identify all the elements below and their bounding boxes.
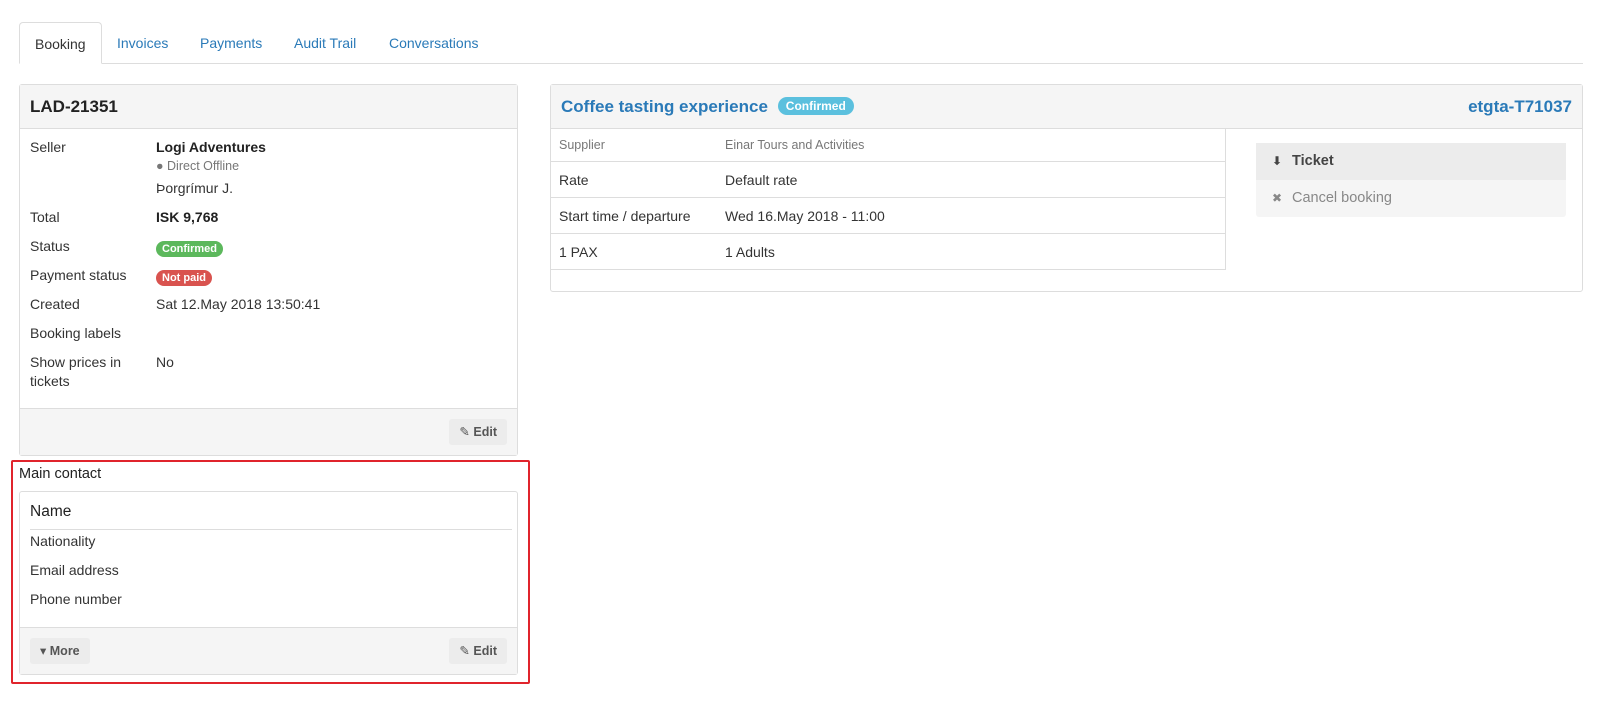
info-row-value: 1 Adults — [725, 244, 775, 260]
user-icon: ● — [156, 159, 168, 173]
seller-name: Logi Adventures — [156, 139, 266, 155]
status-badge: Confirmed — [156, 241, 223, 257]
seller-label: Seller — [30, 139, 66, 155]
main-contact-title: Main contact — [19, 466, 102, 482]
tab-bar: Booking Invoices Payments Audit Trail Co… — [19, 22, 1583, 64]
info-row-label: Start time / departure — [559, 208, 691, 224]
times-icon: ✖ — [1272, 191, 1283, 205]
main-contact-footer: ▾ More ✎ Edit — [20, 627, 517, 674]
payment-status-value: Not paid — [156, 268, 212, 286]
info-row-label: 1 PAX — [559, 244, 598, 260]
ticket-label: Ticket — [1292, 153, 1334, 169]
seller-channel-label: Direct Offline — [167, 159, 240, 173]
status-label: Status — [30, 238, 70, 254]
booking-panel: LAD-21351 Seller Logi Adventures ● Direc… — [19, 84, 518, 456]
booking-labels-label: Booking labels — [30, 325, 122, 341]
cancel-booking-button[interactable]: ✖ Cancel booking — [1256, 180, 1566, 217]
product-title-link[interactable]: Coffee tasting experience — [561, 97, 768, 116]
total-value: ISK 9,768 — [156, 209, 219, 225]
product-reference-link[interactable]: etgta-T71037 — [1468, 85, 1572, 129]
seller-channel: ● Direct Offline — [156, 157, 239, 173]
product-actions: ⬇ Ticket ✖ Cancel booking — [1256, 143, 1566, 217]
info-row-start-time: Start time / departure Wed 16.May 2018 -… — [551, 198, 1225, 234]
contact-more-button[interactable]: ▾ More — [30, 638, 90, 664]
download-icon: ⬇ — [1272, 154, 1283, 168]
contact-phone-label: Phone number — [30, 591, 122, 607]
booking-panel-header: LAD-21351 — [20, 85, 517, 129]
ticket-button[interactable]: ⬇ Ticket — [1256, 143, 1566, 180]
tab-audit-trail[interactable]: Audit Trail — [279, 22, 371, 64]
info-row-rate: Rate Default rate — [551, 162, 1225, 198]
contact-more-label: More — [49, 644, 80, 658]
edit-icon: ✎ — [459, 425, 470, 439]
product-panel-header: Coffee tasting experience Confirmed etgt… — [551, 85, 1582, 129]
created-label: Created — [30, 296, 80, 312]
booking-panel-footer: ✎ Edit — [20, 408, 517, 455]
cancel-booking-label: Cancel booking — [1292, 190, 1392, 206]
booking-edit-button[interactable]: ✎ Edit — [449, 419, 507, 445]
tab-payments[interactable]: Payments — [185, 22, 277, 64]
contact-nationality-label: Nationality — [30, 533, 96, 549]
info-row-pax: 1 PAX 1 Adults — [551, 234, 1225, 270]
booking-id: LAD-21351 — [30, 97, 118, 116]
show-prices-label-line1: Show prices in — [30, 354, 122, 370]
info-row-value: Wed 16.May 2018 - 11:00 — [725, 208, 885, 224]
info-row-value: Default rate — [725, 172, 798, 188]
show-prices-value: No — [156, 354, 174, 370]
contact-edit-label: Edit — [473, 644, 497, 658]
tab-invoices[interactable]: Invoices — [102, 22, 183, 64]
payment-status-label: Payment status — [30, 267, 127, 283]
product-info-table: Supplier Einar Tours and Activities Rate… — [551, 129, 1226, 270]
total-label: Total — [30, 209, 60, 225]
caret-down-icon: ▾ — [40, 644, 47, 658]
payment-status-badge: Not paid — [156, 270, 212, 286]
info-row-value: Einar Tours and Activities — [725, 138, 865, 152]
product-status-badge: Confirmed — [777, 97, 854, 115]
status-value: Confirmed — [156, 239, 223, 257]
seller-user: Þorgrímur J. — [156, 180, 234, 196]
contact-edit-button[interactable]: ✎ Edit — [449, 638, 507, 664]
show-prices-label-line2: tickets — [30, 373, 70, 389]
contact-email-label: Email address — [30, 562, 119, 578]
info-row-label: Rate — [559, 172, 589, 188]
tab-booking[interactable]: Booking — [19, 22, 102, 64]
main-contact-panel: Name Nationality Email address Phone num… — [19, 491, 518, 675]
edit-icon: ✎ — [459, 644, 470, 658]
info-row-supplier: Supplier Einar Tours and Activities — [551, 129, 1225, 162]
contact-name-label: Name — [30, 500, 512, 530]
created-value: Sat 12.May 2018 13:50:41 — [156, 296, 321, 312]
tab-conversations[interactable]: Conversations — [374, 22, 494, 64]
info-row-label: Supplier — [559, 138, 605, 152]
booking-edit-label: Edit — [473, 425, 497, 439]
product-panel: Coffee tasting experience Confirmed etgt… — [550, 84, 1583, 292]
